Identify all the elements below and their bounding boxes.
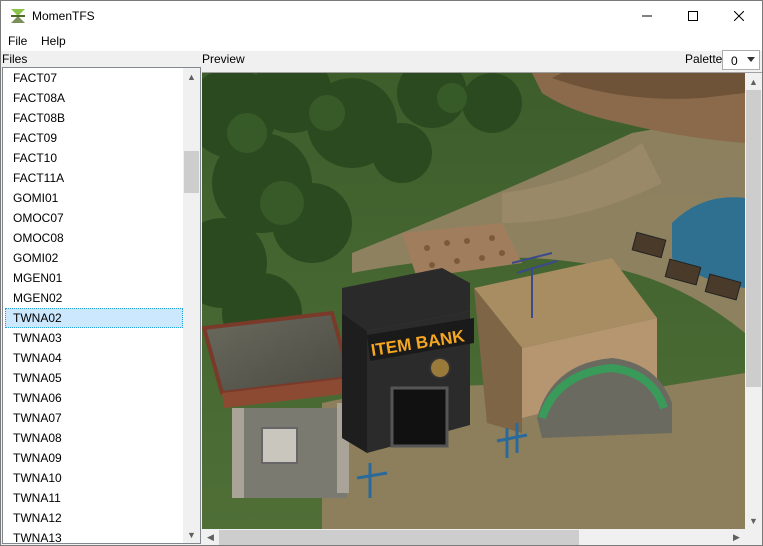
window-title: MomenTFS bbox=[32, 9, 95, 23]
file-item[interactable]: TWNA12 bbox=[5, 508, 183, 528]
file-item[interactable]: FACT11A bbox=[5, 168, 183, 188]
palette-label: Palette bbox=[685, 52, 723, 66]
preview-horizontal-scroll-thumb[interactable] bbox=[219, 530, 579, 545]
file-list-scroll-thumb[interactable] bbox=[184, 151, 199, 193]
maximize-button[interactable] bbox=[670, 1, 716, 31]
title-bar[interactable]: MomenTFS bbox=[1, 1, 762, 31]
chevron-up-icon[interactable]: ▲ bbox=[183, 68, 200, 85]
files-label: Files bbox=[2, 52, 28, 66]
file-item[interactable]: FACT08B bbox=[5, 108, 183, 128]
file-item[interactable]: FACT08A bbox=[5, 88, 183, 108]
preview-vertical-scroll-thumb[interactable] bbox=[746, 90, 761, 387]
file-item[interactable]: FACT07 bbox=[5, 68, 183, 88]
preview-vertical-scrollbar[interactable]: ▲ ▼ bbox=[745, 73, 762, 529]
file-item[interactable]: TWNA04 bbox=[5, 348, 183, 368]
file-item[interactable]: TWNA08 bbox=[5, 428, 183, 448]
chevron-down-icon[interactable]: ▼ bbox=[745, 512, 762, 529]
file-list[interactable]: FACT07 FACT08A FACT08B FACT09 FACT10 FACT11A G… bbox=[2, 67, 201, 544]
chevron-down-icon[interactable]: ▼ bbox=[183, 526, 200, 543]
file-item[interactable]: TWNA10 bbox=[5, 468, 183, 488]
file-item[interactable]: TWNA13 bbox=[5, 528, 183, 543]
chevron-up-icon[interactable]: ▲ bbox=[745, 73, 762, 90]
file-item[interactable]: TWNA06 bbox=[5, 388, 183, 408]
preview-label: Preview bbox=[202, 52, 245, 66]
minimize-icon bbox=[642, 15, 652, 17]
close-button[interactable] bbox=[716, 1, 762, 31]
file-item[interactable]: TWNA11 bbox=[5, 488, 183, 508]
file-item[interactable]: OMOC08 bbox=[5, 228, 183, 248]
app-icon bbox=[11, 9, 25, 23]
maximize-icon bbox=[688, 11, 698, 21]
file-item[interactable]: FACT09 bbox=[5, 128, 183, 148]
file-item[interactable]: TWNA05 bbox=[5, 368, 183, 388]
app-window: MomenTFS File Help Files Preview Palette… bbox=[0, 0, 763, 546]
preview-image: ITEM BANK bbox=[202, 73, 745, 529]
scroll-corner bbox=[745, 529, 762, 545]
close-icon bbox=[734, 11, 744, 21]
menu-bar: File Help bbox=[1, 31, 762, 51]
file-item-selected[interactable]: TWNA02 bbox=[5, 308, 183, 328]
palette-select[interactable]: 0 bbox=[722, 50, 760, 70]
file-item[interactable]: GOMI02 bbox=[5, 248, 183, 268]
minimize-button[interactable] bbox=[624, 1, 670, 31]
file-item[interactable]: OMOC07 bbox=[5, 208, 183, 228]
preview-pane[interactable]: ITEM BANK ▲ ▼ ◀ ▶ bbox=[202, 72, 762, 545]
chevron-down-icon bbox=[747, 57, 755, 62]
file-list-scrollbar[interactable]: ▲ ▼ bbox=[183, 68, 200, 543]
preview-horizontal-scrollbar[interactable]: ◀ ▶ bbox=[202, 529, 745, 545]
file-item[interactable]: TWNA03 bbox=[5, 328, 183, 348]
file-item[interactable]: FACT10 bbox=[5, 148, 183, 168]
file-item[interactable]: MGEN02 bbox=[5, 288, 183, 308]
file-item[interactable]: GOMI01 bbox=[5, 188, 183, 208]
palette-value: 0 bbox=[731, 54, 738, 68]
file-item[interactable]: TWNA07 bbox=[5, 408, 183, 428]
chevron-left-icon[interactable]: ◀ bbox=[202, 529, 219, 545]
menu-help[interactable]: Help bbox=[41, 34, 66, 48]
chevron-right-icon[interactable]: ▶ bbox=[728, 529, 745, 545]
file-item[interactable]: TWNA09 bbox=[5, 448, 183, 468]
file-item[interactable]: MGEN01 bbox=[5, 268, 183, 288]
menu-file[interactable]: File bbox=[8, 34, 27, 48]
